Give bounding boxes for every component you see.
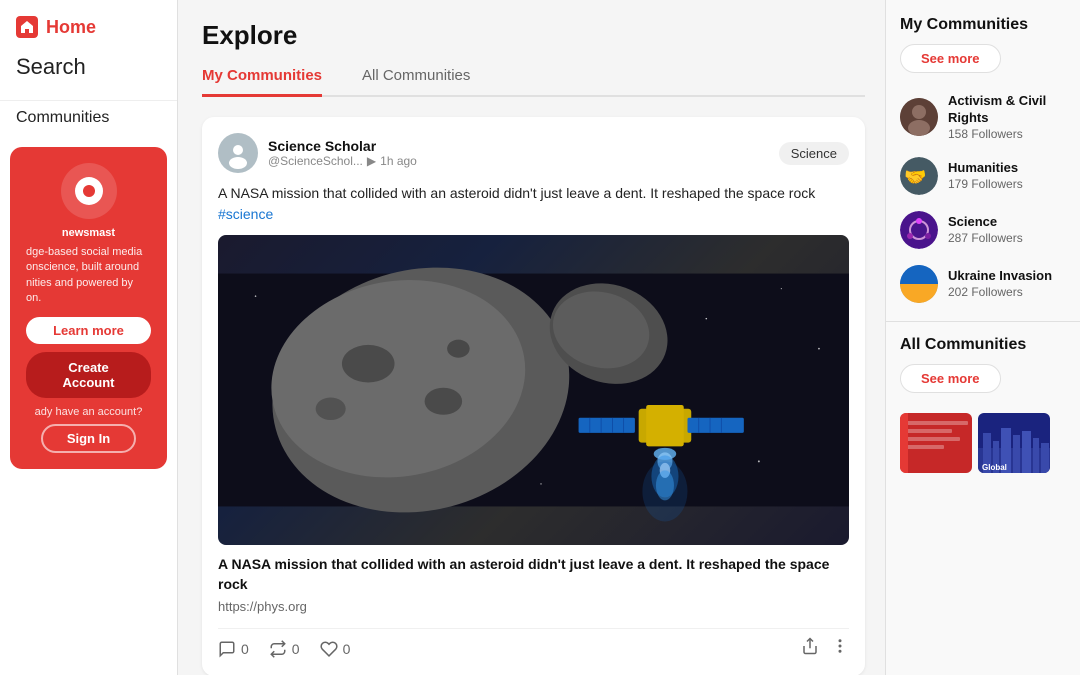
comment-icon	[218, 640, 236, 658]
community-badge[interactable]: Science	[779, 142, 849, 165]
all-communities-section: All Communities See more	[886, 332, 1080, 481]
ukraine-name: Ukraine Invasion	[948, 268, 1052, 285]
repost-button[interactable]: 0	[269, 640, 300, 658]
post-header: Science Scholar @ScienceSchol... ▶ 1h ag…	[218, 133, 849, 173]
post-card: Science Scholar @ScienceSchol... ▶ 1h ag…	[202, 117, 865, 675]
more-options-button[interactable]	[831, 637, 849, 660]
ukraine-followers: 202 Followers	[948, 285, 1052, 299]
share-button[interactable]	[801, 637, 819, 660]
promo-description: dge-based social media onscience, built …	[26, 245, 151, 307]
action-group-right	[801, 637, 849, 660]
humanities-name: Humanities	[948, 160, 1023, 177]
tab-all-communities[interactable]: All Communities	[362, 67, 470, 95]
thumb-1[interactable]	[900, 413, 972, 473]
more-icon	[831, 637, 849, 655]
learn-more-button[interactable]: Learn more	[26, 317, 151, 344]
community-tabs: My Communities All Communities	[202, 67, 865, 97]
home-label: Home	[46, 17, 96, 38]
science-followers: 287 Followers	[948, 231, 1023, 245]
sidebar-promo: newsmast dge-based social media onscienc…	[10, 147, 167, 469]
science-info: Science 287 Followers	[948, 214, 1023, 245]
newsmast-logo-icon	[75, 177, 103, 205]
activism-followers: 158 Followers	[948, 127, 1066, 141]
comment-count: 0	[241, 641, 249, 657]
post-body-text: A NASA mission that collided with an ast…	[218, 185, 815, 201]
already-have-account-text: ady have an account?	[35, 406, 143, 418]
main-content: Explore My Communities All Communities S…	[178, 0, 885, 675]
activism-avatar	[900, 98, 938, 136]
post-image	[218, 235, 849, 545]
ukraine-avatar	[900, 265, 938, 303]
post-author: Science Scholar @ScienceSchol... ▶ 1h ag…	[218, 133, 417, 173]
promo-brand: newsmast	[62, 227, 115, 239]
my-communities-title: My Communities	[886, 16, 1080, 44]
page-title: Explore	[202, 20, 865, 51]
post-actions: 0 0 0	[218, 628, 849, 660]
ukraine-info: Ukraine Invasion 202 Followers	[948, 268, 1052, 299]
left-sidebar: Home Search Communities newsmast dge-bas…	[0, 0, 178, 675]
action-group-left: 0 0 0	[218, 640, 350, 658]
author-name: Science Scholar	[268, 138, 417, 154]
all-communities-see-more[interactable]: See more	[900, 364, 1001, 393]
repost-icon	[269, 640, 287, 658]
sidebar-divider	[886, 321, 1080, 322]
community-item-activism[interactable]: Activism & Civil Rights 158 Followers	[886, 85, 1080, 149]
author-dot: ▶	[367, 154, 376, 168]
post-caption: A NASA mission that collided with an ast…	[218, 555, 849, 594]
communities-label: Communities	[0, 100, 177, 135]
author-avatar	[218, 133, 258, 173]
post-tag[interactable]: #science	[218, 206, 273, 222]
search-label: Search	[16, 54, 177, 80]
post-text: A NASA mission that collided with an ast…	[218, 183, 849, 225]
like-count: 0	[343, 641, 351, 657]
author-time: 1h ago	[380, 154, 417, 168]
share-icon	[801, 637, 819, 655]
all-communities-title: All Communities	[886, 336, 1080, 364]
science-name: Science	[948, 214, 1023, 231]
home-icon	[16, 16, 38, 38]
home-link[interactable]: Home	[16, 16, 177, 38]
author-handle: @ScienceSchol...	[268, 154, 363, 168]
thumb-global[interactable]: Global	[978, 413, 1050, 473]
humanities-followers: 179 Followers	[948, 177, 1023, 191]
sign-in-button[interactable]: Sign In	[41, 424, 136, 453]
like-button[interactable]: 0	[320, 640, 351, 658]
activism-name: Activism & Civil Rights	[948, 93, 1066, 127]
create-account-button[interactable]: Create Account	[26, 352, 151, 398]
promo-logo	[61, 163, 117, 219]
repost-count: 0	[292, 641, 300, 657]
tab-my-communities[interactable]: My Communities	[202, 67, 322, 97]
author-meta: @ScienceSchol... ▶ 1h ago	[268, 154, 417, 168]
activism-info: Activism & Civil Rights 158 Followers	[948, 93, 1066, 141]
author-info: Science Scholar @ScienceSchol... ▶ 1h ag…	[268, 138, 417, 168]
right-sidebar: My Communities See more Activism & Civil…	[885, 0, 1080, 675]
bottom-thumbnails: Global	[886, 405, 1080, 481]
humanities-avatar: 🤝	[900, 157, 938, 195]
post-link[interactable]: https://phys.org	[218, 599, 307, 614]
my-communities-see-more[interactable]: See more	[900, 44, 1001, 73]
like-icon	[320, 640, 338, 658]
humanities-info: Humanities 179 Followers	[948, 160, 1023, 191]
science-avatar	[900, 211, 938, 249]
newsmast-logo-inner	[83, 185, 95, 197]
community-item-ukraine[interactable]: Ukraine Invasion 202 Followers	[886, 257, 1080, 311]
community-item-humanities[interactable]: 🤝 Humanities 179 Followers	[886, 149, 1080, 203]
community-item-science[interactable]: Science 287 Followers	[886, 203, 1080, 257]
svg-text:🤝: 🤝	[904, 167, 926, 187]
svg-text:Global: Global	[982, 463, 1007, 472]
comment-button[interactable]: 0	[218, 640, 249, 658]
